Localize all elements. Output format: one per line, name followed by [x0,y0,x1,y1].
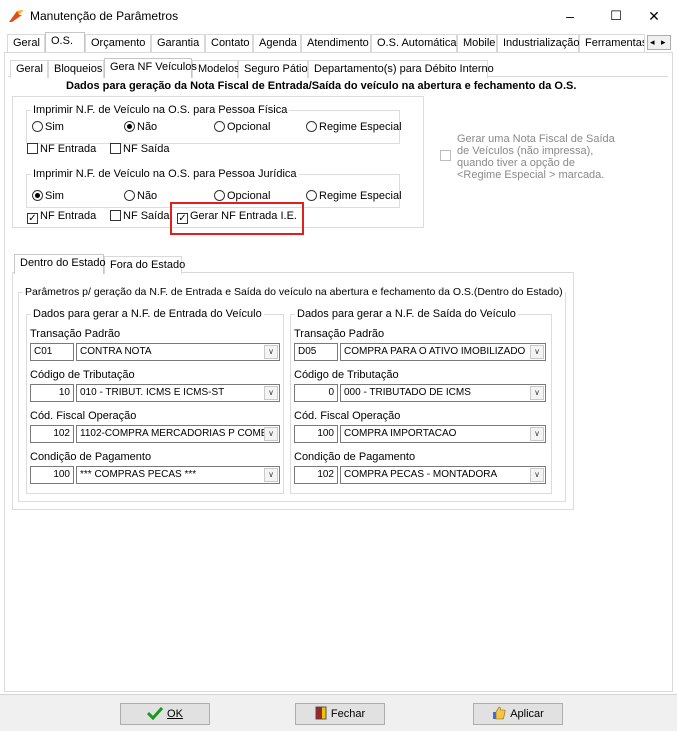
checkbox-icon [110,143,121,154]
chevron-down-icon[interactable]: ∨ [530,386,544,400]
saida-transacao-code-input[interactable]: D05 [294,343,338,361]
saida-cfop-select[interactable]: COMPRA IMPORTACAO ∨ [340,425,546,443]
radio-selected-icon [124,121,135,132]
subtab-modelos[interactable]: Modelos [192,60,240,78]
tab-scroller: ◂ ▸ [647,35,671,50]
pf-legend: Imprimir N.F. de Veículo na O.S. para Pe… [33,104,288,116]
regime-especial-nf-checkbox[interactable] [440,150,453,163]
ok-button[interactable]: OK [120,703,210,725]
minimize-button[interactable]: – [547,0,593,32]
saida-cfop-label: Cód. Fiscal Operação [294,410,401,422]
subtab-gera-nf-veiculos[interactable]: Gera NF Veículos [104,58,197,78]
saida-tributacao-label: Código de Tributação [294,369,399,381]
chevron-down-icon[interactable]: ∨ [530,427,544,441]
entrada-transacao-label: Transação Padrão [30,328,121,340]
tab-os-automatica[interactable]: O.S. Automática [371,34,457,52]
subtab-geral[interactable]: Geral [10,60,48,78]
tab-garantia[interactable]: Garantia [151,34,205,52]
app-logo-icon [9,10,23,22]
checkbox-icon [440,150,451,161]
params-legend: Parâmetros p/ geração da N.F. de Entrada… [25,286,563,298]
checkbox-icon [27,143,38,154]
pf-radio-sim[interactable]: Sim [32,121,64,134]
checkmark-icon: ✓ [27,213,38,224]
tab-orcamento[interactable]: Orçamento [85,34,151,52]
saida-tributacao-select[interactable]: 000 - TRIBUTADO DE ICMS ∨ [340,384,546,402]
pf-check-nf-entrada[interactable]: NF Entrada [27,143,96,156]
close-button[interactable]: ✕ [631,0,677,32]
tab-agenda[interactable]: Agenda [253,34,301,52]
tab-contato[interactable]: Contato [205,34,253,52]
chevron-down-icon[interactable]: ∨ [264,427,278,441]
pj-check-nf-saida[interactable]: NF Saída [110,210,169,223]
tab-os[interactable]: O.S. [45,32,85,52]
door-exit-icon [315,706,327,720]
radio-icon [214,190,225,201]
saida-cfop-code-input[interactable]: 100 [294,425,338,443]
button-bar: OK Fechar Aplicar [0,694,677,731]
entrada-transacao-select[interactable]: CONTRA NOTA ∨ [76,343,280,361]
pj-radio-sim[interactable]: Sim [32,190,64,203]
saida-transacao-label: Transação Padrão [294,328,385,340]
radio-icon [32,121,43,132]
scroll-left-icon[interactable]: ◂ [650,36,655,49]
highlight-box [170,202,304,235]
saida-pagamento-select[interactable]: COMPRA PECAS - MONTADORA ∨ [340,466,546,484]
chevron-down-icon[interactable]: ∨ [264,345,278,359]
subtab-bloqueios[interactable]: Bloqueios [48,60,104,78]
saida-pagamento-label: Condição de Pagamento [294,451,416,463]
radio-selected-icon [32,190,43,201]
checkbox-icon [110,210,121,221]
subtab-seguro-patio[interactable]: Seguro Pátio [238,60,308,78]
radio-icon [306,190,317,201]
entrada-tributacao-select[interactable]: 010 - TRIBUT. ICMS E ICMS-ST ∨ [76,384,280,402]
tab-atendimento[interactable]: Atendimento [301,34,371,52]
subtab-departamentos[interactable]: Departamento(s) para Débito Interno [308,60,494,78]
radio-icon [214,121,225,132]
entrada-transacao-code-input[interactable]: C01 [30,343,74,361]
pj-radio-nao[interactable]: Não [124,190,157,203]
entrada-tributacao-code-input[interactable]: 10 [30,384,74,402]
saida-pagamento-code-input[interactable]: 102 [294,466,338,484]
entrada-cfop-code-input[interactable]: 102 [30,425,74,443]
section-title: Dados para geração da Nota Fiscal de Ent… [66,80,577,92]
tab-mobile[interactable]: Mobile [457,34,497,52]
tab-geral[interactable]: Geral [7,34,45,52]
radio-icon [124,190,135,201]
pj-check-nf-entrada[interactable]: ✓ NF Entrada [27,210,96,224]
saida-tributacao-code-input[interactable]: 0 [294,384,338,402]
pf-radio-nao[interactable]: Não [124,121,157,134]
entrada-pagamento-select[interactable]: *** COMPRAS PECAS *** ∨ [76,466,280,484]
chevron-down-icon[interactable]: ∨ [530,345,544,359]
chevron-down-icon[interactable]: ∨ [264,468,278,482]
saida-legend: Dados para gerar a N.F. de Saída do Veíc… [297,308,516,320]
entrada-pagamento-code-input[interactable]: 100 [30,466,74,484]
entrada-tributacao-label: Código de Tributação [30,369,135,381]
aplicar-button[interactable]: Aplicar [473,703,563,725]
scroll-right-icon[interactable]: ▸ [661,36,666,49]
tab-ferramentas[interactable]: Ferramentas [579,34,645,52]
regime-especial-note: Gerar uma Nota Fiscal de Saída de Veícul… [457,133,615,181]
thumbs-up-icon [493,706,506,720]
pj-legend: Imprimir N.F. de Veículo na O.S. para Pe… [33,168,297,180]
pf-radio-opcional[interactable]: Opcional [214,121,270,134]
tab-dentro-do-estado[interactable]: Dentro do Estado [14,254,106,274]
entrada-legend: Dados para gerar a N.F. de Entrada do Ve… [33,308,262,320]
tab-industrializacao[interactable]: Industrialização [497,34,579,52]
title-bar: Manutenção de Parâmetros – ☐ ✕ [0,0,677,32]
pf-radio-regime-especial[interactable]: Regime Especial [306,121,402,134]
pj-radio-regime-especial[interactable]: Regime Especial [306,190,402,203]
checkmark-icon [147,706,164,720]
radio-icon [306,121,317,132]
entrada-pagamento-label: Condição de Pagamento [30,451,152,463]
pf-check-nf-saida[interactable]: NF Saída [110,143,169,156]
chevron-down-icon[interactable]: ∨ [264,386,278,400]
entrada-cfop-label: Cód. Fiscal Operação [30,410,137,422]
entrada-cfop-select[interactable]: 1102-COMPRA MERCADORIAS P COMER ∨ [76,425,280,443]
chevron-down-icon[interactable]: ∨ [530,468,544,482]
saida-transacao-select[interactable]: COMPRA PARA O ATIVO IMOBILIZADO ∨ [340,343,546,361]
window-title: Manutenção de Parâmetros [30,9,179,23]
fechar-button[interactable]: Fechar [295,703,385,725]
